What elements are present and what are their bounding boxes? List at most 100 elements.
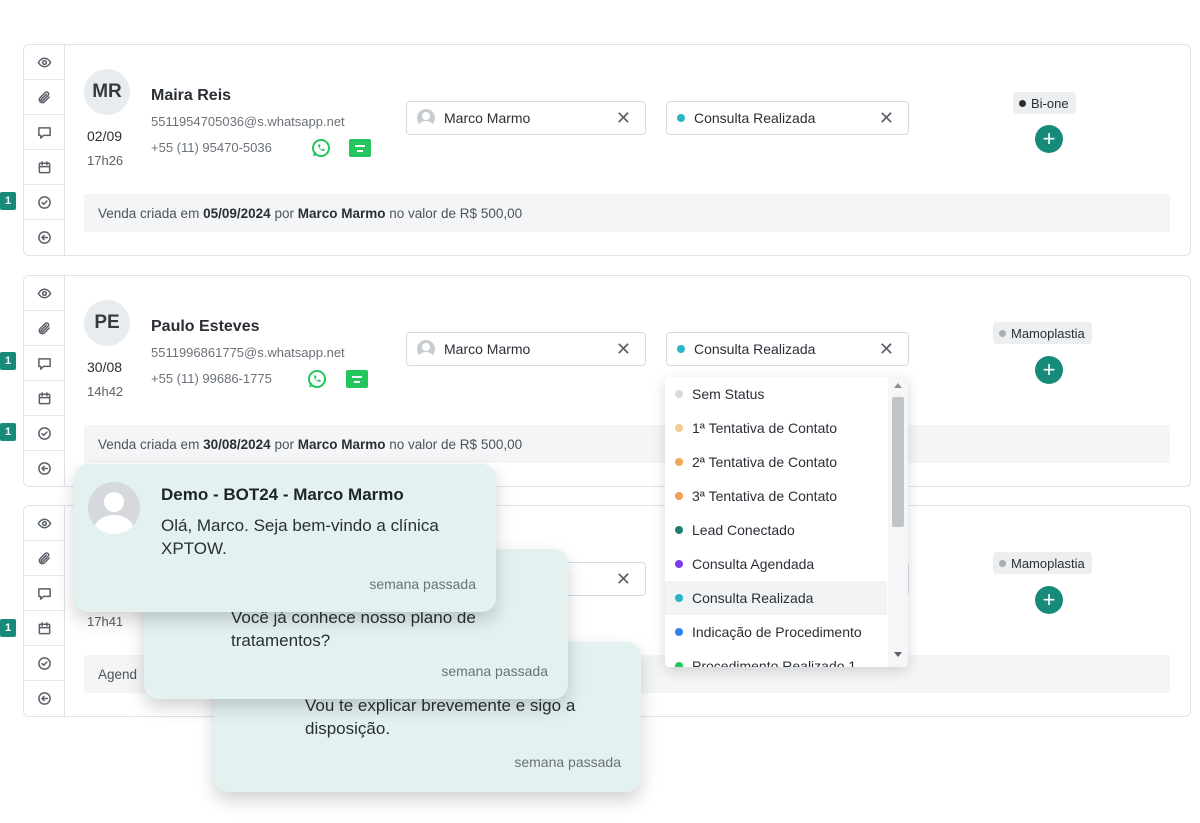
paperclip-icon xyxy=(38,551,50,564)
chat-icon xyxy=(37,357,51,370)
attachments-button[interactable] xyxy=(24,311,64,346)
tasks-badge: 1 xyxy=(0,423,16,441)
back-button[interactable] xyxy=(24,220,64,254)
tasks-button[interactable] xyxy=(24,416,64,451)
arrow-left-circle-icon xyxy=(37,691,51,705)
view-button[interactable] xyxy=(24,45,64,80)
status-option[interactable]: Consulta Realizada xyxy=(665,581,887,615)
status-option[interactable]: Consulta Agendada xyxy=(665,547,887,581)
lead-name[interactable]: Maira Reis xyxy=(151,87,231,105)
owner-select[interactable]: Marco Marmo ✕ xyxy=(406,101,646,135)
tag-label: Mamoplastia xyxy=(1011,325,1085,341)
status-value: Consulta Realizada xyxy=(694,110,816,126)
status-option-label: 1ª Tentativa de Contato xyxy=(692,420,838,436)
user-icon xyxy=(417,340,435,358)
status-dot xyxy=(675,492,683,500)
eye-icon xyxy=(37,518,51,528)
message-time: semana passada xyxy=(514,754,621,770)
lead-name[interactable]: Paulo Esteves xyxy=(151,318,260,336)
check-circle-icon xyxy=(37,195,51,209)
calendar-button[interactable] xyxy=(24,381,64,416)
whatsapp-icon[interactable] xyxy=(311,138,331,158)
action-rail xyxy=(24,45,65,255)
status-dot xyxy=(675,424,683,432)
clear-owner-icon[interactable]: ✕ xyxy=(616,339,631,360)
lead-time: 14h42 xyxy=(87,384,124,399)
lead-card: PE 30/08 14h42 Paulo Esteves 55119968617… xyxy=(23,275,1191,487)
status-option[interactable]: Procedimento Realizado 1 xyxy=(665,649,887,667)
lead-phone: +55 (11) 99686-1775 xyxy=(151,371,272,386)
back-button[interactable] xyxy=(24,681,64,715)
tasks-button[interactable] xyxy=(24,646,64,681)
attachments-button[interactable] xyxy=(24,541,64,576)
clear-owner-icon[interactable]: ✕ xyxy=(616,569,631,590)
add-procedure-button[interactable]: + xyxy=(1035,586,1063,614)
chat-button[interactable] xyxy=(24,115,64,150)
status-select[interactable]: Consulta Realizada ✕ xyxy=(666,101,909,135)
status-option[interactable]: Sem Status xyxy=(665,377,887,411)
message-text: Vou te explicar brevemente e sigo a disp… xyxy=(305,696,576,738)
back-button[interactable] xyxy=(24,451,64,485)
lead-time: 17h26 xyxy=(87,153,124,168)
owner-select[interactable]: Marco Marmo ✕ xyxy=(406,332,646,366)
scroll-up-icon[interactable] xyxy=(894,383,902,388)
status-option[interactable]: 2ª Tentativa de Contato xyxy=(665,445,887,479)
status-dot xyxy=(675,526,683,534)
status-dot xyxy=(675,560,683,568)
tag-label: Mamoplastia xyxy=(1011,555,1085,571)
sale-date: 30/08/2024 xyxy=(203,436,271,452)
template-icon[interactable] xyxy=(346,370,368,388)
sale-text: por xyxy=(274,205,294,221)
tasks-button[interactable] xyxy=(24,185,64,220)
add-procedure-button[interactable]: + xyxy=(1035,125,1063,153)
attachments-button[interactable] xyxy=(24,80,64,115)
tag-dot xyxy=(999,329,1006,337)
tag-dot xyxy=(1019,99,1026,107)
chat-badge: 1 xyxy=(0,352,16,370)
status-select[interactable]: Consulta Realizada ✕ xyxy=(666,332,909,366)
dropdown-scrollbar[interactable] xyxy=(888,377,908,667)
view-button[interactable] xyxy=(24,276,64,311)
status-option-label: 3ª Tentativa de Contato xyxy=(692,488,838,504)
calendar-button[interactable] xyxy=(24,150,64,185)
template-icon[interactable] xyxy=(349,139,371,157)
view-button[interactable] xyxy=(24,506,64,541)
sale-value: no valor de R$ 500,00 xyxy=(389,205,523,221)
status-option[interactable]: 1ª Tentativa de Contato xyxy=(665,411,887,445)
status-option-label: Sem Status xyxy=(692,386,765,402)
arrow-left-circle-icon xyxy=(37,461,51,475)
paperclip-icon xyxy=(38,321,50,334)
clear-owner-icon[interactable]: ✕ xyxy=(616,108,631,129)
procedure-tag: Bi-one xyxy=(1013,92,1076,114)
status-option[interactable]: 3ª Tentativa de Contato xyxy=(665,479,887,513)
status-dot xyxy=(675,594,683,602)
message-sender: Demo - BOT24 - Marco Marmo xyxy=(161,485,404,504)
avatar-icon xyxy=(88,482,140,534)
status-option-label: Consulta Realizada xyxy=(692,590,814,606)
status-option[interactable]: Indicação de Procedimento xyxy=(665,615,887,649)
sale-info: Venda criada em 30/08/2024 por Marco Mar… xyxy=(84,425,1170,463)
calendar-badge: 1 xyxy=(0,619,16,637)
paperclip-icon xyxy=(38,90,50,103)
calendar-button[interactable] xyxy=(24,611,64,646)
chat-button[interactable] xyxy=(24,576,64,611)
scroll-thumb[interactable] xyxy=(892,397,904,527)
add-procedure-button[interactable]: + xyxy=(1035,356,1063,384)
chat-icon xyxy=(37,126,51,139)
clear-status-icon[interactable]: ✕ xyxy=(879,108,894,129)
clear-status-icon[interactable]: ✕ xyxy=(879,339,894,360)
sale-value: no valor de R$ 500,00 xyxy=(389,436,523,452)
status-option[interactable]: Lead Conectado xyxy=(665,513,887,547)
scroll-down-icon[interactable] xyxy=(894,652,902,657)
chat-notification[interactable]: Demo - BOT24 - Marco Marmo Olá, Marco. S… xyxy=(74,464,496,612)
lead-email: 5511996861775@s.whatsapp.net xyxy=(151,345,345,360)
message-text: Você já conhece nosso plano de tratament… xyxy=(231,608,476,650)
avatar: MR xyxy=(84,69,130,115)
whatsapp-icon[interactable] xyxy=(307,369,327,389)
chat-button[interactable] xyxy=(24,346,64,381)
tasks-badge: 1 xyxy=(0,192,16,210)
status-dropdown: Sem Status 1ª Tentativa de Contato 2ª Tent… xyxy=(665,377,908,667)
procedure-tag: Mamoplastia xyxy=(993,322,1092,344)
status-value: Consulta Realizada xyxy=(694,341,816,357)
tag-dot xyxy=(999,559,1006,567)
